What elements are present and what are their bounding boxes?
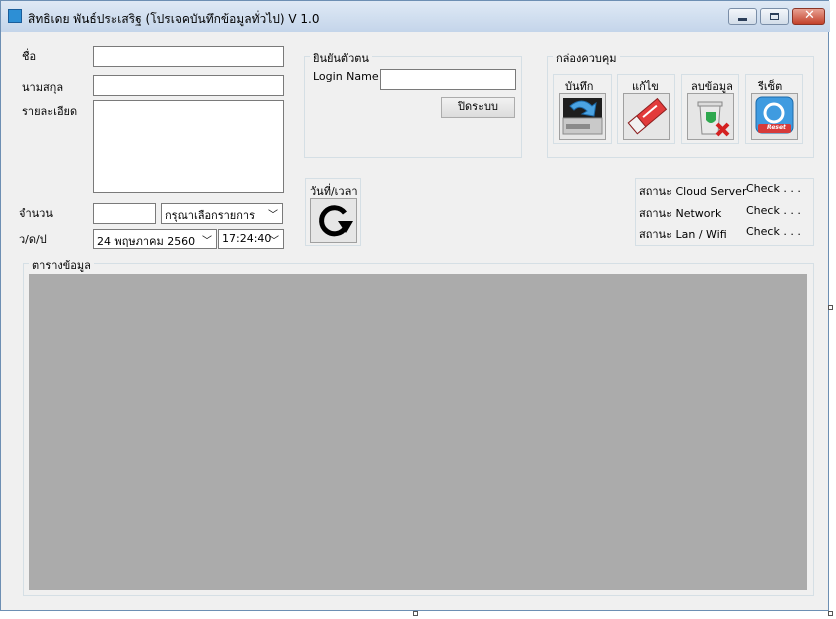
close-system-button[interactable]: ปิดระบบ [441,97,515,118]
maximize-icon [770,13,779,20]
close-window-button[interactable]: ✕ [792,8,825,25]
chevron-down-icon: ﹀ [202,236,212,247]
chevron-down-icon: ﹀ [269,236,279,247]
resize-handle-right[interactable] [828,305,833,310]
name-label: ชื่อ [22,50,37,63]
title-bar[interactable]: สิทธิเดย พันธ์ประเสริฐ (โปรเจคบันทึกข้อม… [1,1,830,32]
minimize-icon [738,18,747,21]
resize-handle-bottom[interactable] [413,611,418,616]
table-group-title: ตารางข้อมูล [29,256,94,274]
app-icon [8,9,22,23]
edit-button[interactable] [623,93,670,140]
window-title: สิทธิเดย พันธ์ประเสริฐ (โปรเจคบันทึกข้อม… [28,12,320,26]
detail-label: รายละเอียด [22,105,78,118]
save-panel: บันทึก [553,74,612,144]
refresh-icon [319,205,353,237]
date-label: ว/ด/ป [19,233,47,246]
control-group-title: กล่องควบคุม [553,49,620,67]
datetime-panel: วันที่/เวลา [305,178,361,246]
login-name-label: Login Name [313,70,379,83]
detail-textarea[interactable] [93,100,284,193]
delete-icon [697,101,730,137]
delete-panel: ลบข้อมูล [681,74,739,144]
status-cloud-value: Check . . . [746,182,801,195]
name-input[interactable] [93,46,284,67]
maximize-button[interactable] [760,8,789,25]
amount-label: จำนวน [19,207,53,220]
minimize-button[interactable] [728,8,757,25]
edit-panel: แก้ไข [617,74,675,144]
status-network-value: Check . . . [746,204,801,217]
surname-label: นามสกุล [22,81,64,94]
reset-icon [755,96,794,134]
close-icon: ✕ [804,8,815,23]
item-select-value: กรุณาเลือกรายการ [165,209,255,222]
status-network-label: สถานะ Network [639,207,722,220]
status-cloud-label: สถานะ Cloud Server [639,185,747,198]
time-value: 17:24:40 [222,232,272,245]
eraser-icon [627,97,668,135]
main-window: สิทธิเดย พันธ์ประเสริฐ (โปรเจคบันทึกข้อม… [0,0,830,611]
chevron-down-icon: ﹀ [268,210,278,221]
reset-panel: รีเซ็ต Reset [745,74,803,144]
delete-button[interactable] [687,93,734,140]
login-name-input[interactable] [380,69,516,90]
status-lan-label: สถานะ Lan / Wifi [639,228,727,241]
reset-button[interactable]: Reset [751,93,798,140]
save-icon [562,98,603,135]
data-grid[interactable] [29,274,807,590]
time-picker[interactable]: 17:24:40 ﹀ [218,229,284,249]
reset-badge: Reset [767,124,786,131]
date-value: 24 พฤษภาคม 2560 [97,235,196,248]
date-picker[interactable]: 24 พฤษภาคม 2560 ﹀ [93,229,217,249]
status-lan-value: Check . . . [746,225,801,238]
resize-handle-corner[interactable] [828,611,833,616]
refresh-button[interactable] [310,198,357,243]
status-panel: สถานะ Cloud Server Check . . . สถานะ Net… [635,178,814,246]
save-button[interactable] [559,93,606,140]
item-select[interactable]: กรุณาเลือกรายการ ﹀ [161,203,283,224]
amount-input[interactable] [93,203,156,224]
surname-input[interactable] [93,75,284,96]
auth-group-title: ยินยันตัวตน [310,49,372,67]
